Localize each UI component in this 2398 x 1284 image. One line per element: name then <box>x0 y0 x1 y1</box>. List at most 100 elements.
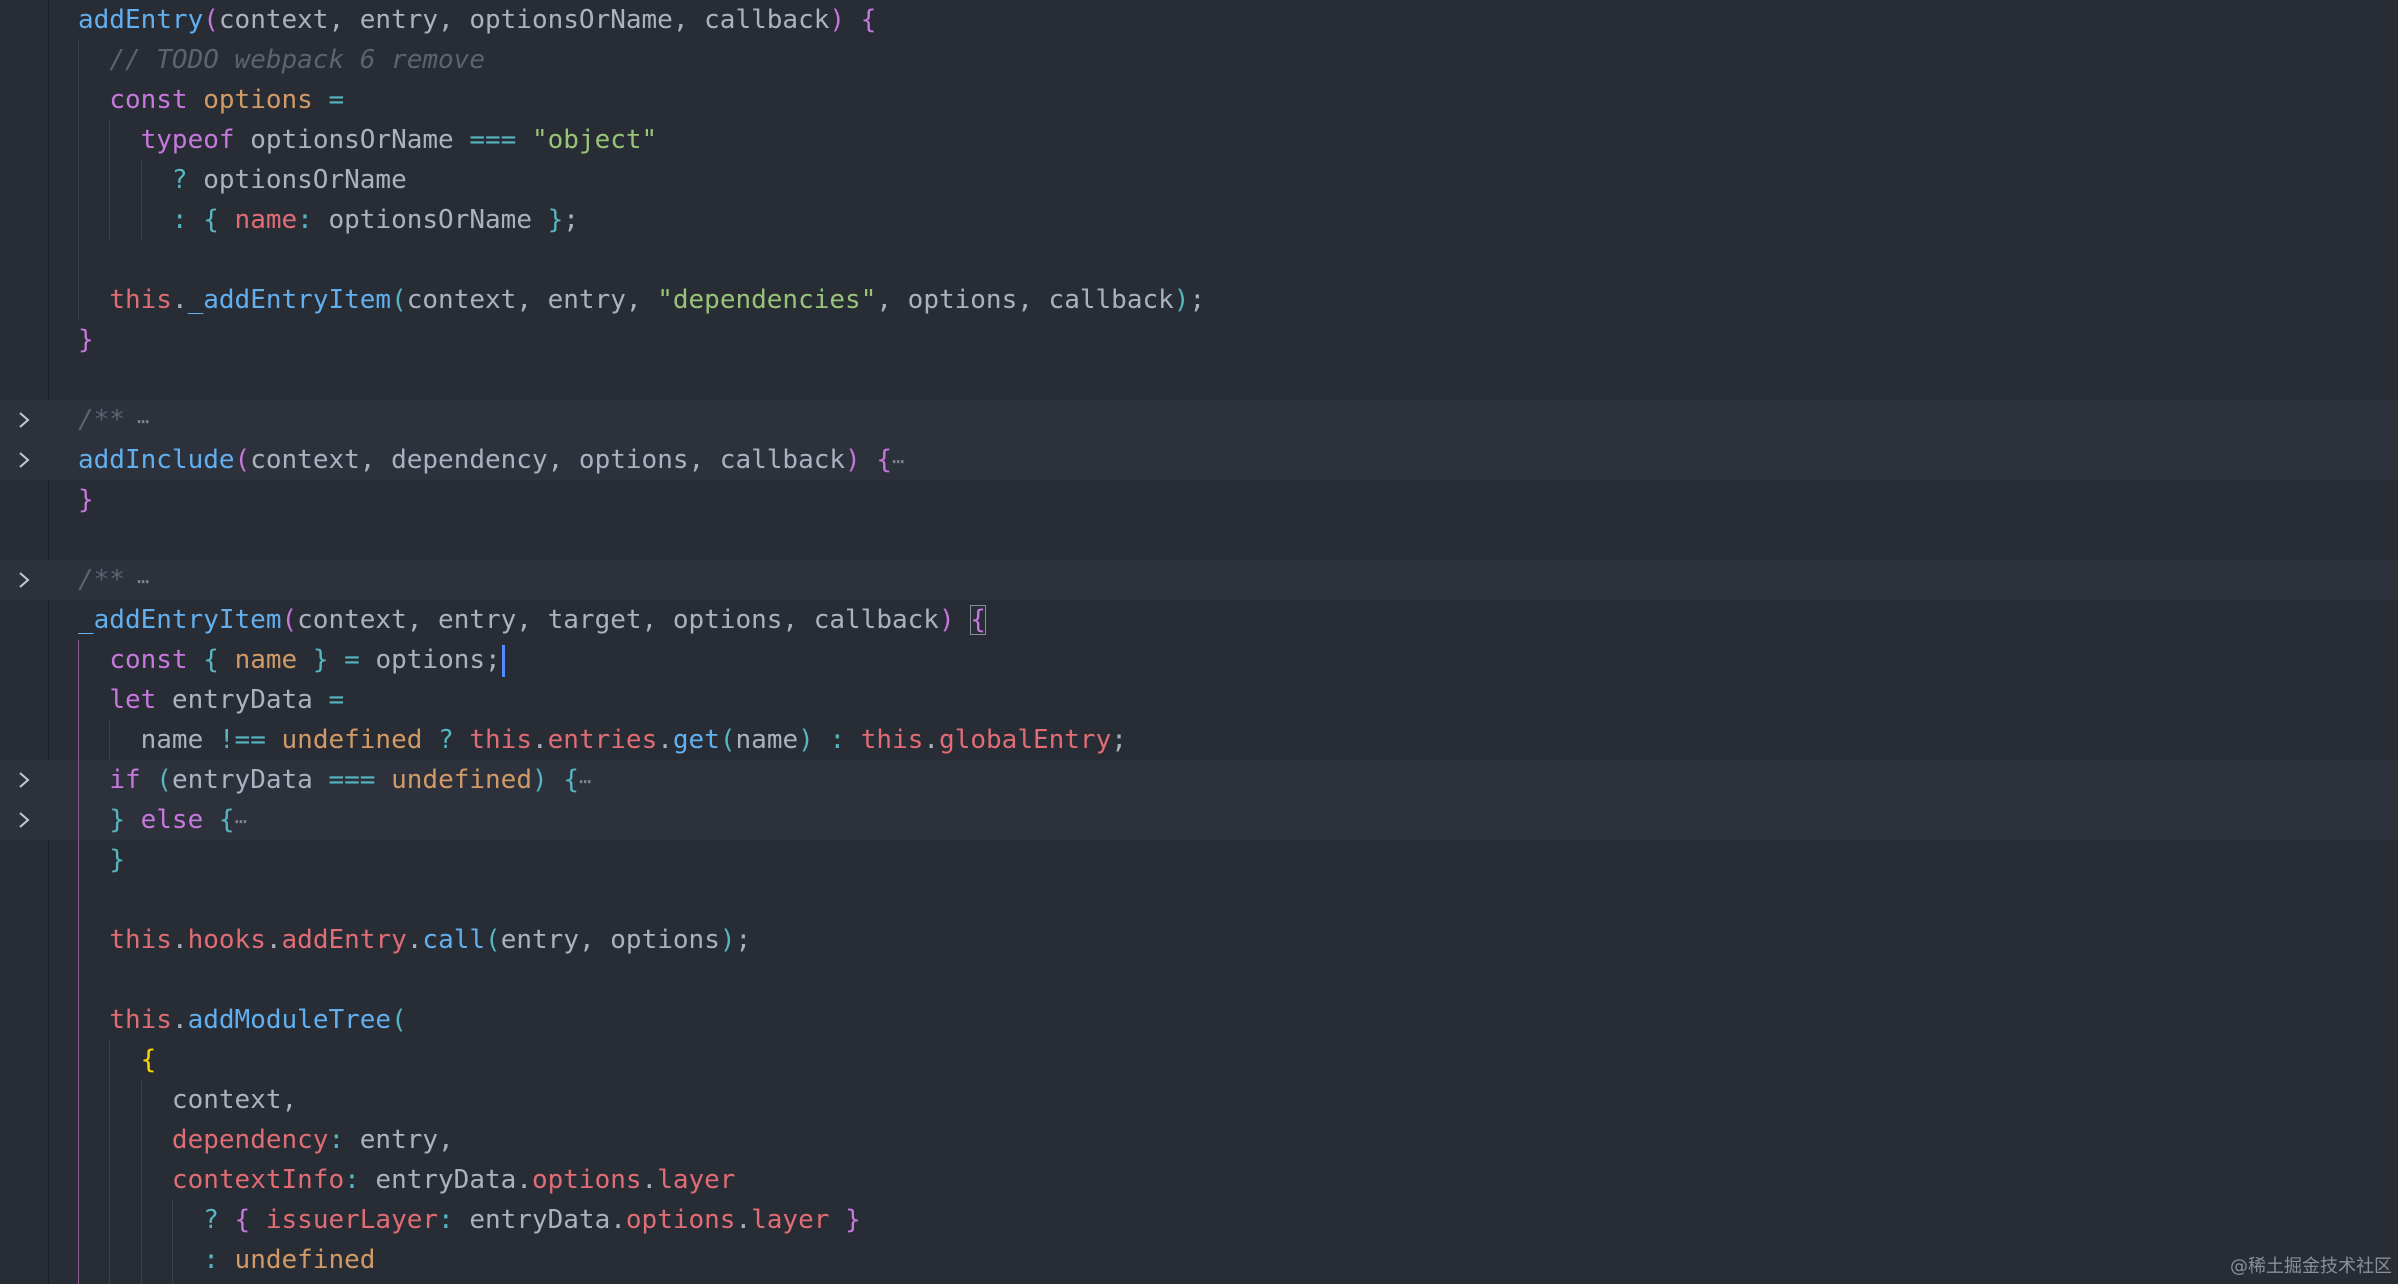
code-token: name <box>234 645 298 675</box>
code-token: else <box>140 805 204 835</box>
code-token: issuerLayer <box>265 1205 439 1235</box>
code-text: const options = <box>78 80 344 120</box>
code-token: { <box>234 1205 251 1235</box>
code-token: "object" <box>531 125 658 155</box>
code-line[interactable]: ? optionsOrName <box>0 160 2398 200</box>
code-line[interactable]: addInclude(context, dependency, options,… <box>0 440 2398 480</box>
code-line[interactable]: // TODO webpack 6 remove <box>0 40 2398 80</box>
code-line[interactable]: { <box>0 1040 2398 1080</box>
code-text: this.addModuleTree( <box>78 1000 406 1040</box>
code-line[interactable]: } <box>0 840 2398 880</box>
code-text: _addEntryItem(context, entry, target, op… <box>78 600 986 640</box>
code-line[interactable]: this._addEntryItem(context, entry, "depe… <box>0 280 2398 320</box>
code-token: /** <box>78 565 125 595</box>
code-text: this.hooks.addEntry.call(entry, options)… <box>78 920 751 960</box>
code-line[interactable]: if (entryData === undefined) {⋯ <box>0 760 2398 800</box>
code-line[interactable]: _addEntryItem(context, entry, target, op… <box>0 600 2398 640</box>
code-text: } <box>78 840 125 880</box>
code-token: /** <box>78 405 125 435</box>
code-token: options; <box>359 645 501 675</box>
code-line[interactable]: } else {⋯ <box>0 800 2398 840</box>
code-token: this <box>109 285 172 315</box>
code-line[interactable]: this.addModuleTree( <box>0 1000 2398 1040</box>
code-token: entry, options <box>500 925 720 955</box>
code-token: ; <box>735 925 752 955</box>
code-token: entryData. <box>453 1205 626 1235</box>
code-editor[interactable]: addEntry(context, entry, optionsOrName, … <box>0 0 2398 1284</box>
code-token: = <box>328 685 345 715</box>
code-line[interactable] <box>0 240 2398 280</box>
code-line[interactable]: /** ⋯ <box>0 400 2398 440</box>
fold-chevron-right-icon[interactable] <box>12 406 36 434</box>
code-line[interactable]: const options = <box>0 80 2398 120</box>
fold-chevron-right-icon[interactable] <box>12 766 36 794</box>
code-line[interactable] <box>0 880 2398 920</box>
code-token: ) <box>845 445 861 475</box>
code-line[interactable]: typeof optionsOrName === "object" <box>0 120 2398 160</box>
code-token: ) <box>719 925 736 955</box>
code-line[interactable]: contextInfo: entryData.options.layer <box>0 1160 2398 1200</box>
fold-chevron-right-icon[interactable] <box>12 566 36 594</box>
code-token: . <box>657 725 673 755</box>
code-token: _addEntryItem <box>78 605 282 635</box>
code-line[interactable]: const { name } = options; <box>0 640 2398 680</box>
indent-guide <box>78 640 79 1284</box>
code-text: // TODO webpack 6 remove <box>78 40 485 80</box>
code-line[interactable]: dependency: entry, <box>0 1120 2398 1160</box>
code-token: dependency <box>171 1125 329 1155</box>
indent-guide <box>172 1200 173 1284</box>
code-line[interactable]: /** ⋯ <box>0 560 2398 600</box>
code-token: ) <box>938 605 955 635</box>
code-text: /** ⋯ <box>78 400 149 440</box>
code-token: context, entry, target, options, callbac… <box>297 605 939 635</box>
code-token: { <box>203 205 219 235</box>
watermark: @稀土掘金技术社区 <box>2230 1256 2392 1277</box>
code-line[interactable]: this.hooks.addEntry.call(entry, options)… <box>0 920 2398 960</box>
code-line[interactable] <box>0 520 2398 560</box>
code-token: contextInfo <box>171 1165 345 1195</box>
code-token: { <box>860 5 877 35</box>
code-line[interactable]: : { name: optionsOrName }; <box>0 200 2398 240</box>
code-line[interactable]: ? { issuerLayer: entryData.options.layer… <box>0 1200 2398 1240</box>
indent-guide <box>109 120 110 240</box>
code-line[interactable]: addEntry(context, entry, optionsOrName, … <box>0 0 2398 40</box>
code-line[interactable]: : undefined <box>0 1240 2398 1280</box>
code-token: undefined <box>391 765 532 795</box>
code-line[interactable]: context, <box>0 1080 2398 1120</box>
code-text: addEntry(context, entry, optionsOrName, … <box>78 0 876 40</box>
code-line[interactable]: } <box>0 480 2398 520</box>
code-token: entryData <box>171 765 329 795</box>
code-token: : <box>171 205 188 235</box>
fold-chevron-right-icon[interactable] <box>12 806 36 834</box>
code-text: name !== undefined ? this.entries.get(na… <box>78 720 1127 760</box>
code-token: { <box>876 445 892 475</box>
indent-guide <box>141 160 142 240</box>
code-text: let entryData = <box>78 680 344 720</box>
code-token: this <box>469 725 532 755</box>
code-token: === <box>328 765 376 795</box>
code-line[interactable] <box>0 960 2398 1000</box>
code-token: . <box>641 1165 658 1195</box>
code-token: ; <box>1189 285 1206 315</box>
code-token: : <box>328 1125 345 1155</box>
indent-guide <box>109 1040 110 1284</box>
code-line[interactable]: } <box>0 320 2398 360</box>
code-line[interactable]: name !== undefined ? this.entries.get(na… <box>0 720 2398 760</box>
code-text: contextInfo: entryData.options.layer <box>78 1160 736 1200</box>
code-line[interactable]: let entryData = <box>0 680 2398 720</box>
code-token: ( <box>485 925 501 955</box>
code-text: ? { issuerLayer: entryData.options.layer… <box>78 1200 860 1240</box>
fold-chevron-right-icon[interactable] <box>12 446 36 474</box>
code-line[interactable] <box>0 360 2398 400</box>
code-token: = <box>344 645 360 675</box>
